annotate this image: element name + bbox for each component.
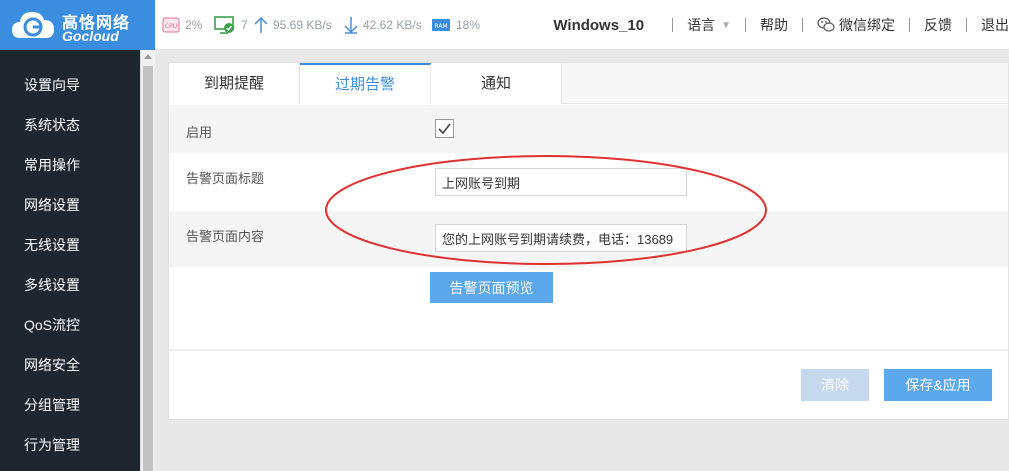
cpu-icon: CPU [162, 17, 180, 33]
tab-expiry-reminder[interactable]: 到期提醒 [169, 63, 300, 104]
sidebar-item-multiline-settings[interactable]: 多线设置 [0, 265, 155, 305]
feedback-link[interactable]: 反馈 [924, 15, 952, 35]
download-stat: 42.62 KB/s [344, 16, 422, 34]
sidebar-item-system-status[interactable]: 系统状态 [0, 105, 155, 145]
checkmark-icon [438, 123, 451, 135]
enable-checkbox[interactable] [435, 119, 454, 138]
devices-value: 7 [241, 18, 248, 32]
upload-stat: 95.69 KB/s [254, 16, 332, 34]
top-nav: Windows_10 语言 ▼ 帮助 微信绑定 反馈 退出 [553, 14, 1009, 36]
ram-badge-text: RAM [434, 23, 447, 30]
alert-title-label: 告警页面标题 [186, 171, 265, 186]
gocloud-logo-icon [12, 12, 54, 38]
brand-name-en: Gocloud [62, 28, 119, 44]
sidebar: 设置向导 系统状态 常用操作 网络设置 无线设置 多线设置 QoS流控 网络安全… [0, 50, 155, 471]
save-apply-button[interactable]: 保存&应用 [884, 369, 992, 401]
help-link[interactable]: 帮助 [760, 15, 788, 35]
form-row-title: 告警页面标题 [169, 153, 1008, 211]
scrollbar-thumb[interactable] [143, 66, 153, 471]
tab-notification[interactable]: 通知 [431, 63, 562, 104]
sidebar-item-group-management[interactable]: 分组管理 [0, 385, 155, 425]
download-arrow-icon [344, 16, 358, 34]
settings-panel: 到期提醒 过期告警 通知 启用 告警页面标题 告警页面内容 告警页面预览 清除 … [168, 62, 1009, 420]
nav-divider [966, 18, 967, 32]
sidebar-item-setup-wizard[interactable]: 设置向导 [0, 65, 155, 105]
alert-title-input[interactable] [435, 168, 687, 196]
scroll-up-arrow-icon[interactable] [144, 54, 152, 59]
alert-content-input[interactable] [435, 224, 687, 252]
top-header: 高恪网络 Gocloud CPU 2% 7 95.69 KB/s 42.62 K… [0, 0, 1009, 50]
sidebar-item-behavior-management[interactable]: 行为管理 [0, 425, 155, 465]
sidebar-item-network-settings[interactable]: 网络设置 [0, 185, 155, 225]
ram-value: 18% [456, 18, 481, 32]
tab-bar: 到期提醒 过期告警 通知 [169, 63, 1008, 105]
sidebar-item-network-security[interactable]: 网络安全 [0, 345, 155, 385]
devices-stat: 7 [214, 16, 248, 34]
wechat-bind-label: 微信绑定 [839, 17, 895, 33]
ram-stat: RAM 18% [431, 16, 480, 34]
section-divider [169, 349, 1008, 351]
cpu-stat: CPU 2% [162, 16, 202, 34]
upload-arrow-icon [254, 16, 268, 34]
hostname: Windows_10 [553, 16, 645, 34]
cpu-value: 2% [185, 18, 203, 32]
nav-divider [802, 18, 803, 32]
nav-divider [909, 18, 910, 32]
alert-preview-button[interactable]: 告警页面预览 [430, 272, 553, 303]
nav-divider [672, 18, 674, 32]
sidebar-item-common-ops[interactable]: 常用操作 [0, 145, 155, 185]
download-value: 42.62 KB/s [363, 18, 422, 32]
form-row-content: 告警页面内容 [169, 211, 1008, 267]
enable-label: 启用 [186, 125, 213, 140]
cpu-badge-text: CPU [165, 23, 177, 30]
sidebar-scrollbar[interactable] [140, 50, 155, 471]
tab-expired-alert[interactable]: 过期告警 [300, 63, 431, 105]
language-label: 语言 [687, 17, 716, 33]
nav-divider [745, 18, 746, 32]
caret-down-icon: ▼ [721, 19, 731, 31]
logo[interactable]: 高恪网络 Gocloud [0, 0, 155, 50]
wechat-icon [817, 17, 835, 32]
alert-content-label: 告警页面内容 [186, 229, 265, 244]
upload-value: 95.69 KB/s [273, 18, 332, 32]
sidebar-item-wireless-settings[interactable]: 无线设置 [0, 225, 155, 265]
wechat-bind-link[interactable]: 微信绑定 [817, 15, 895, 35]
sidebar-item-qos[interactable]: QoS流控 [0, 305, 155, 345]
language-menu[interactable]: 语言 ▼ [687, 15, 731, 35]
ram-icon: RAM [431, 17, 451, 33]
logout-link[interactable]: 退出 [981, 15, 1009, 35]
monitor-check-icon [214, 16, 236, 34]
clear-button[interactable]: 清除 [801, 369, 869, 401]
form-row-enable: 启用 [169, 105, 1008, 153]
